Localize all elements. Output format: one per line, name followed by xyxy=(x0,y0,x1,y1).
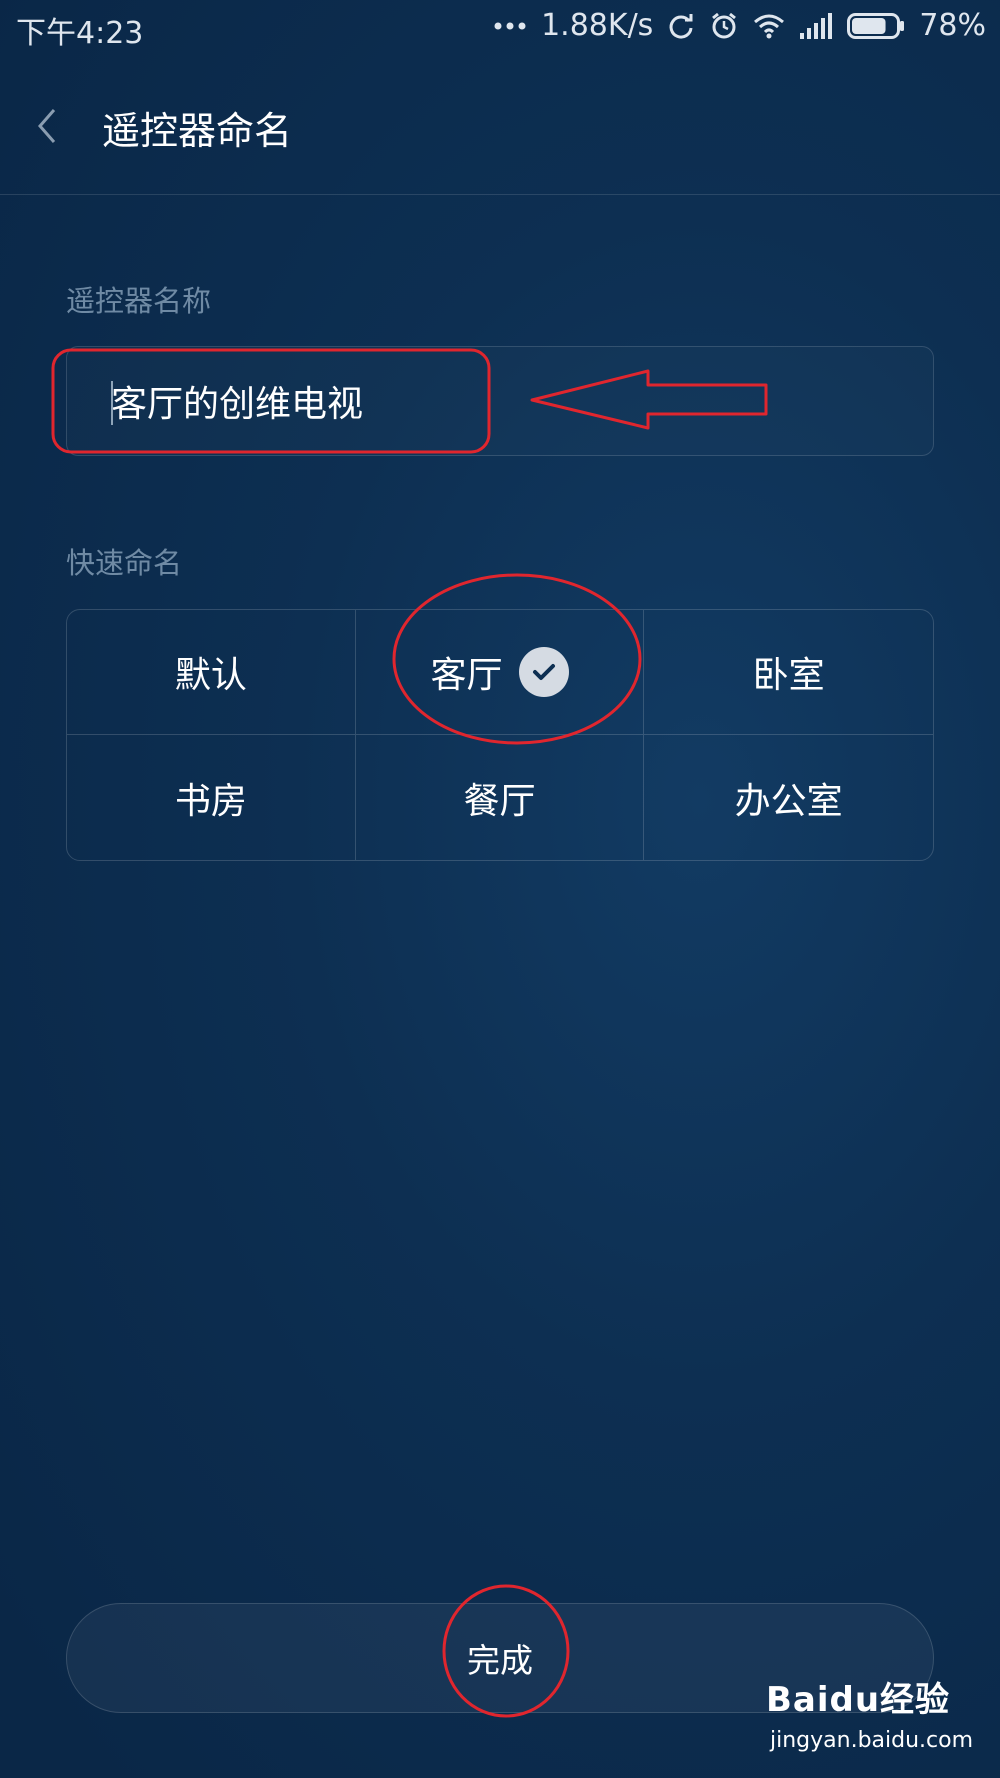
done-button[interactable]: 完成 xyxy=(66,1603,934,1713)
more-dots-icon xyxy=(493,21,527,31)
option-label: 卧室 xyxy=(752,655,825,696)
battery-percent: 78% xyxy=(919,8,986,43)
option-label: 办公室 xyxy=(734,780,843,822)
option-label: 书房 xyxy=(174,780,247,822)
option-label: 默认 xyxy=(174,655,247,696)
status-icons: 1.88K/s 78% xyxy=(493,8,986,43)
status-bar: 下午4:23 1.88K/s 78% xyxy=(0,0,1000,56)
nav-bar: 遥控器命名 xyxy=(0,60,1000,195)
quick-name-option-default[interactable]: 默认 xyxy=(67,610,356,735)
network-speed: 1.88K/s xyxy=(541,8,654,43)
remote-name-field[interactable] xyxy=(66,346,934,456)
alarm-icon xyxy=(709,11,739,41)
sync-icon xyxy=(667,12,695,40)
quick-name-option-living-room[interactable]: 客厅 xyxy=(355,610,645,735)
quick-name-label: 快速命名 xyxy=(66,546,183,580)
status-time: 下午4:23 xyxy=(16,16,144,51)
watermark-url: jingyan.baidu.com xyxy=(770,1728,974,1753)
annotation-overlay xyxy=(51,348,768,1718)
remote-name-label: 遥控器名称 xyxy=(66,284,212,318)
wifi-icon xyxy=(753,13,785,39)
back-button[interactable] xyxy=(28,98,72,154)
page-title: 遥控器命名 xyxy=(102,109,293,153)
check-icon xyxy=(518,647,569,697)
signal-icon xyxy=(799,12,833,39)
chevron-left-icon xyxy=(28,109,72,158)
quick-name-option-office[interactable]: 办公室 xyxy=(644,735,933,860)
option-label: 客厅 xyxy=(430,655,503,696)
battery-icon xyxy=(847,12,905,39)
quick-name-grid: 默认 客厅 卧室 书房 餐厅 办公室 xyxy=(66,609,934,861)
quick-name-option-dining-room[interactable]: 餐厅 xyxy=(356,735,645,860)
quick-name-option-study[interactable]: 书房 xyxy=(67,735,356,860)
quick-name-option-bedroom[interactable]: 卧室 xyxy=(644,610,933,735)
text-caret xyxy=(111,381,113,425)
done-label: 完成 xyxy=(467,1641,533,1680)
remote-name-input[interactable] xyxy=(111,347,871,455)
option-label: 餐厅 xyxy=(463,780,536,822)
